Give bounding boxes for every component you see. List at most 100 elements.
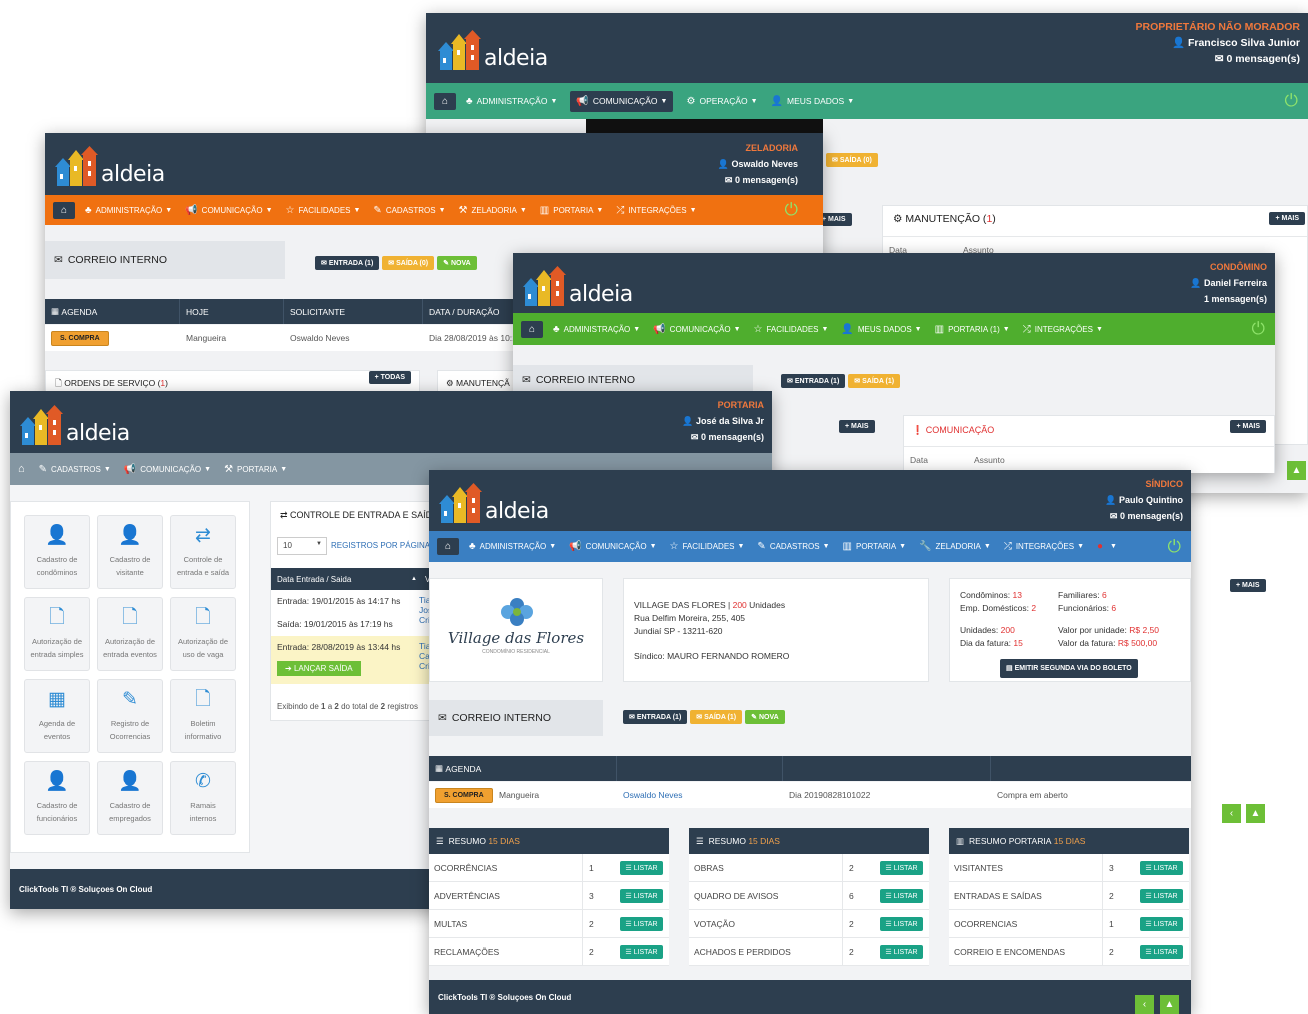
scroll-up-icon[interactable]: ▲ (1160, 995, 1179, 1014)
menu-facilidades[interactable]: ☆ FACILIDADES ▼ (754, 324, 829, 335)
menu-zeladoria[interactable]: ⚒ ZELADORIA ▼ (459, 205, 527, 216)
messages-link[interactable]: ✉ 0 mensagen(s) (718, 172, 798, 188)
home-button[interactable]: ⌂ (53, 201, 76, 219)
menu-integracoes[interactable]: ⤮ INTEGRAÇÕES ▼ (1004, 541, 1084, 552)
todas-button[interactable]: + TODAS (368, 371, 411, 384)
shortcut-tile[interactable]: 🗋 Boletim informativo (170, 679, 236, 753)
app-logo[interactable]: aldeia (438, 30, 548, 70)
menu-comunicacao[interactable]: 📢 COMUNICAÇÃO ▼ (569, 541, 656, 552)
mais-button[interactable]: + MAIS (839, 420, 875, 433)
menu-meus-dados[interactable]: 👤 MEUS DADOS ▼ (841, 324, 921, 335)
menu-portaria[interactable]: ▥ PORTARIA ▼ (540, 205, 604, 216)
listar-button[interactable]: ☰ LISTAR (880, 888, 923, 903)
power-icon[interactable]: ⏻ (785, 200, 798, 220)
page-size-select[interactable]: 10 ▼ (277, 537, 327, 555)
emitir-boleto-button[interactable]: ▤ EMITIR SEGUNDA VIA DO BOLETO (1000, 659, 1138, 678)
menu-administracao[interactable]: ♣ ADMINISTRAÇÃO ▼ (466, 96, 557, 107)
nova-button[interactable]: ✎ NOVA (745, 710, 785, 724)
power-icon[interactable]: ⏻ (1285, 91, 1298, 111)
user-name[interactable]: 👤 Oswaldo Neves (718, 156, 798, 172)
saida-button[interactable]: ✉ SAÍDA (1) (848, 374, 901, 388)
home-button[interactable]: ⌂ (434, 92, 457, 110)
home-button[interactable]: ⌂ (521, 320, 544, 338)
menu-portaria[interactable]: ▥ PORTARIA (1) ▼ (935, 324, 1010, 335)
menu-administracao[interactable]: ♣ ADMINISTRAÇÃO ▼ (553, 324, 640, 335)
user-name[interactable]: 👤 Francisco Silva Junior (1135, 35, 1300, 51)
app-logo[interactable]: aldeia (55, 146, 165, 186)
menu-comunicacao[interactable]: 📢 COMUNICAÇÃO ▼ (185, 205, 272, 216)
entrada-button[interactable]: ✉ ENTRADA (1) (623, 710, 688, 724)
shortcut-tile[interactable]: 🗋 Autorização de uso de vaga (170, 597, 236, 671)
nova-button[interactable]: ✎ NOVA (437, 256, 477, 270)
home-button[interactable]: ⌂ (18, 463, 25, 475)
menu-integracoes[interactable]: ⤮ INTEGRAÇÕES ▼ (1023, 324, 1103, 335)
menu-cadastros[interactable]: ✎ CADASTROS ▼ (373, 205, 445, 216)
shortcut-tile[interactable]: ✆ Ramais internos (170, 761, 236, 835)
menu-comunicacao[interactable]: 📢 COMUNICAÇÃO ▼ (653, 324, 740, 335)
power-icon[interactable]: ⏻ (1252, 319, 1265, 339)
scroll-up-icon[interactable]: ▲ (1287, 461, 1306, 480)
listar-button[interactable]: ☰ LISTAR (1140, 916, 1183, 931)
menu-meus-dados[interactable]: 👤 MEUS DADOS ▼ (771, 96, 855, 107)
listar-button[interactable]: ☰ LISTAR (620, 944, 663, 959)
power-icon[interactable]: ⏻ (1168, 537, 1181, 557)
shortcut-tile[interactable]: 🗋 Autorização de entrada simples (24, 597, 90, 671)
listar-button[interactable]: ☰ LISTAR (1140, 888, 1183, 903)
col-data[interactable]: Data Entrada / Saida (271, 575, 411, 584)
listar-button[interactable]: ☰ LISTAR (880, 860, 923, 875)
shortcut-tile[interactable]: ✎ Registro de Ocorrencias (97, 679, 163, 753)
scroll-up-icon[interactable]: ▲ (1246, 804, 1265, 823)
listar-button[interactable]: ☰ LISTAR (620, 888, 663, 903)
menu-status[interactable]: ● ▼ (1097, 541, 1117, 552)
menu-cadastros[interactable]: ✎ CADASTROS ▼ (757, 541, 829, 552)
messages-link[interactable]: ✉ 0 mensagen(s) (1105, 508, 1183, 524)
menu-comunicacao[interactable]: 📢 COMUNICAÇÃO ▼ (124, 464, 211, 475)
menu-operacao[interactable]: ⚙ OPERAÇÃO ▼ (686, 96, 757, 107)
prev-icon[interactable]: ‹ (1135, 995, 1154, 1014)
shortcut-tile[interactable]: 🗋 Autorização de entrada eventos (97, 597, 163, 671)
listar-button[interactable]: ☰ LISTAR (620, 860, 663, 875)
listar-button[interactable]: ☰ LISTAR (880, 944, 923, 959)
shortcut-tile[interactable]: 👤 Cadastro de visitante (97, 515, 163, 589)
saida-button[interactable]: ✉ SAÍDA (0) (826, 153, 878, 167)
app-logo[interactable]: aldeia (439, 483, 549, 523)
menu-administracao[interactable]: ♣ ADMINISTRAÇÃO ▼ (85, 205, 172, 216)
shortcut-tile[interactable]: ⇄ Controle de entrada e saída (170, 515, 236, 589)
shortcut-tile[interactable]: 👤 Cadastro de condôminos (24, 515, 90, 589)
mais-button[interactable]: + MAIS (1269, 212, 1305, 225)
menu-portaria[interactable]: ▥ PORTARIA ▼ (843, 541, 907, 552)
listar-button[interactable]: ☰ LISTAR (1140, 860, 1183, 875)
listar-button[interactable]: ☰ LISTAR (620, 916, 663, 931)
user-name[interactable]: 👤 Paulo Quintino (1105, 492, 1183, 508)
shortcut-tile[interactable]: ▦ Agenda de eventos (24, 679, 90, 753)
shortcut-tile[interactable]: 👤 Cadastro de funcionários (24, 761, 90, 835)
entrada-button[interactable]: ✉ ENTRADA (1) (315, 256, 380, 270)
listar-button[interactable]: ☰ LISTAR (1140, 944, 1183, 959)
menu-portaria[interactable]: ⚒ PORTARIA ▼ (224, 464, 287, 475)
user-name[interactable]: 👤 Daniel Ferreira (1190, 275, 1267, 291)
menu-cadastros[interactable]: ✎ CADASTROS ▼ (39, 464, 111, 475)
lancar-saida-button[interactable]: ➔ LANÇAR SAÍDA (277, 661, 361, 676)
menu-comunicacao[interactable]: 📢 COMUNICAÇÃO ▼ (570, 90, 674, 112)
shortcut-tile[interactable]: 👤 Cadastro de empregados (97, 761, 163, 835)
menu-zeladoria[interactable]: 🔧 ZELADORIA ▼ (919, 541, 991, 552)
menu-facilidades[interactable]: ☆ FACILIDADES ▼ (670, 541, 745, 552)
listar-button[interactable]: ☰ LISTAR (880, 916, 923, 931)
menu-administracao[interactable]: ♣ ADMINISTRAÇÃO ▼ (469, 541, 556, 552)
prev-icon[interactable]: ‹ (1222, 804, 1241, 823)
user-name[interactable]: 👤 José da Silva Jr (682, 413, 764, 429)
menu-facilidades[interactable]: ☆ FACILIDADES ▼ (286, 205, 361, 216)
messages-link[interactable]: ✉ 0 mensagen(s) (1135, 51, 1300, 67)
agenda-row[interactable]: S. COMPRA Mangueira Oswaldo Neves Dia 20… (429, 782, 1191, 808)
app-logo[interactable]: aldeia (20, 405, 130, 445)
saida-button[interactable]: ✉ SAÍDA (0) (382, 256, 435, 270)
messages-link[interactable]: 1 mensagen(s) (1190, 291, 1267, 307)
saida-button[interactable]: ✉ SAÍDA (1) (690, 710, 743, 724)
sort-icon[interactable]: ▲ (411, 576, 419, 582)
mais-button[interactable]: + MAIS (1230, 420, 1266, 433)
messages-link[interactable]: ✉ 0 mensagen(s) (682, 429, 764, 445)
menu-integracoes[interactable]: ⤮ INTEGRAÇÕES ▼ (616, 205, 696, 216)
app-logo[interactable]: aldeia (523, 266, 633, 306)
entrada-button[interactable]: ✉ ENTRADA (1) (781, 374, 846, 388)
home-button[interactable]: ⌂ (437, 538, 460, 555)
